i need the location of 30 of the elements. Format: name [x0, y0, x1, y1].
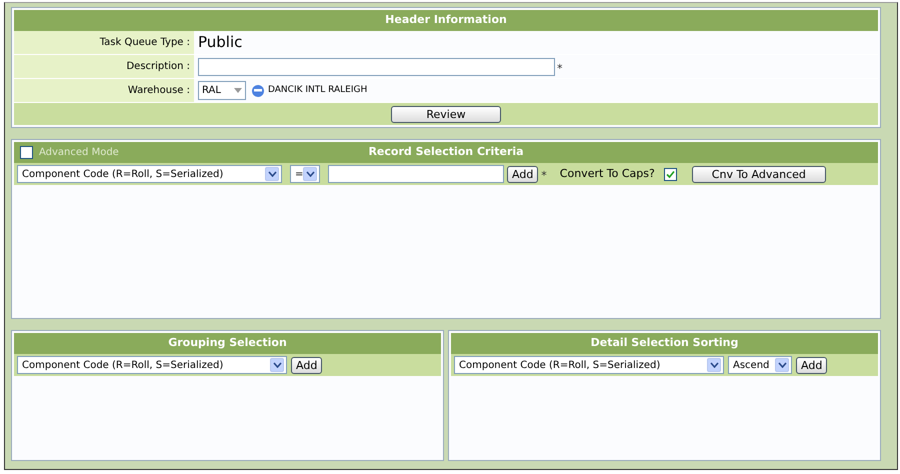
add-button[interactable]: Add [796, 356, 828, 374]
dropdown[interactable]: Component Code (R=Roll, S=Serialized) [17, 165, 282, 183]
section-title: Header Information [385, 12, 507, 28]
field-label: Task Queue Type : [14, 31, 194, 54]
add-button[interactable]: Add [291, 356, 322, 374]
convert-button[interactable]: Cnv To Advanced [692, 166, 826, 182]
dropdown-arrow-icon [234, 88, 242, 93]
required-mark: * [541, 168, 547, 184]
description-input[interactable] [198, 58, 555, 76]
checkbox[interactable] [20, 146, 33, 159]
dropdown[interactable]: Component Code (R=Roll, S=Serialized) [17, 356, 287, 374]
dropdown[interactable]: = [290, 165, 320, 183]
section-title: Grouping Selection [168, 335, 287, 352]
warehouse-dropdown[interactable]: RAL [198, 81, 246, 100]
warehouse-name: DANCIK INTL RALEIGH [268, 84, 368, 97]
add-button[interactable]: Add [507, 166, 538, 182]
task-queue-type-value: Public [198, 32, 242, 54]
field-label: Warehouse : [14, 79, 194, 102]
review-button[interactable]: Review [391, 106, 501, 122]
required-mark: * [557, 61, 562, 78]
checkbox-label: Convert To Caps? [560, 166, 655, 182]
section-title: Detail Selection Sorting [590, 335, 738, 352]
field-label: Description : [14, 55, 194, 78]
section-title: Record Selection Criteria [368, 144, 524, 160]
dropdown[interactable]: Ascend [728, 356, 792, 374]
criteria-input[interactable] [328, 165, 504, 183]
dropdown[interactable]: Component Code (R=Roll, S=Serialized) [454, 356, 724, 374]
minus-icon[interactable] [252, 84, 264, 96]
checkbox-label: Advanced Mode [39, 146, 119, 160]
checkbox[interactable] [664, 168, 677, 180]
